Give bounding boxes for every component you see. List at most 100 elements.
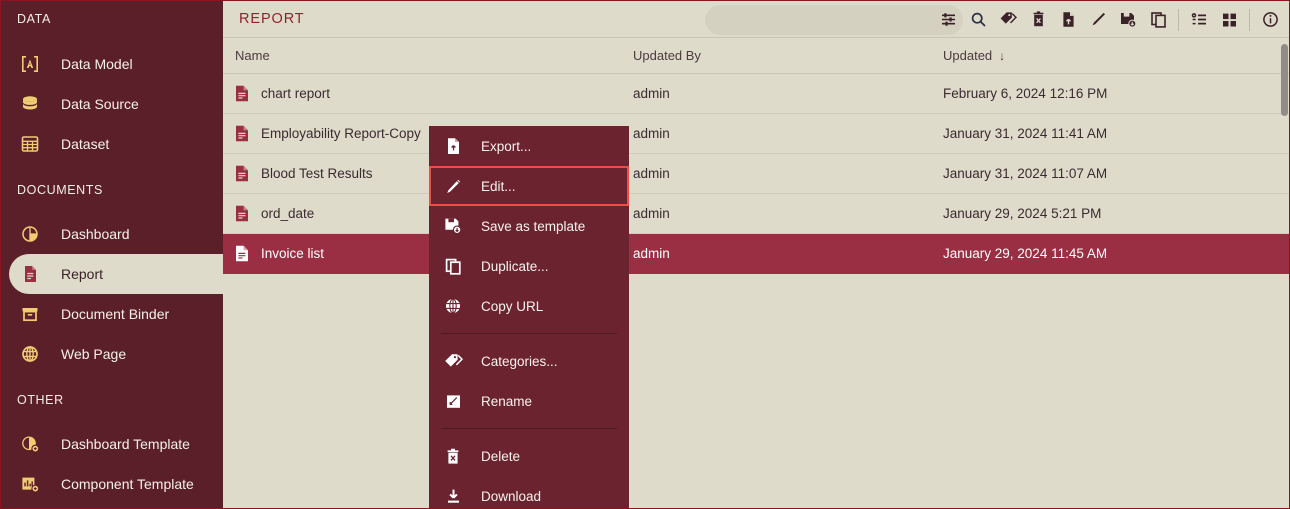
menu-item-label: Edit... <box>481 178 516 194</box>
application-window: DATA Data Model Data Source Dataset DOCU… <box>0 0 1290 509</box>
row-name-label: chart report <box>261 86 331 101</box>
info-icon[interactable] <box>1255 5 1285 35</box>
tag-icon[interactable] <box>993 5 1023 35</box>
rename-icon <box>441 391 465 411</box>
grid-view-icon[interactable] <box>1214 5 1244 35</box>
context-menu: Export... Edit... Save as template Dupli… <box>429 126 629 508</box>
documents-table: Name Updated By Updated ↓ chart report ad… <box>223 38 1289 274</box>
row-name-label: Employability Report-Copy <box>261 126 421 141</box>
globe-icon <box>17 343 43 365</box>
menu-separator <box>441 428 617 429</box>
menu-separator <box>441 333 617 334</box>
menu-item-label: Copy URL <box>481 298 544 314</box>
sidebar-item-dashboard[interactable]: Dashboard <box>1 214 223 254</box>
menu-item-export[interactable]: Export... <box>429 126 629 166</box>
row-name-label: Blood Test Results <box>261 166 373 181</box>
sidebar-item-dataset[interactable]: Dataset <box>1 124 223 164</box>
sidebar-section-documents: DOCUMENTS <box>17 183 103 197</box>
database-icon <box>17 93 43 115</box>
menu-item-label: Categories... <box>481 353 558 369</box>
table-row-selected[interactable]: Invoice list admin January 29, 2024 11:4… <box>223 234 1289 274</box>
filter-settings-icon[interactable] <box>933 5 963 35</box>
column-header-updated-by[interactable]: Updated By <box>633 48 943 63</box>
menu-item-label: Download <box>481 488 542 504</box>
sidebar-item-label: Data Model <box>61 56 133 72</box>
column-header-updated-label: Updated <box>943 48 993 63</box>
toolbar-separator-2 <box>1249 8 1250 31</box>
column-header-name[interactable]: Name <box>223 48 633 63</box>
document-icon <box>235 165 249 182</box>
table-row[interactable]: Blood Test Results admin January 31, 202… <box>223 154 1289 194</box>
sidebar-item-report[interactable]: Report <box>9 254 223 294</box>
globe-icon <box>441 296 465 316</box>
menu-item-duplicate[interactable]: Duplicate... <box>429 246 629 286</box>
table-header-row: Name Updated By Updated ↓ <box>223 38 1289 74</box>
pencil-icon <box>441 176 465 196</box>
document-icon <box>17 263 43 285</box>
menu-item-rename[interactable]: Rename <box>429 381 629 421</box>
file-export-icon <box>441 136 465 156</box>
menu-item-copy-url[interactable]: Copy URL <box>429 286 629 326</box>
sidebar-item-document-binder[interactable]: Document Binder <box>1 294 223 334</box>
document-icon <box>235 125 249 142</box>
sidebar-item-label: Document Binder <box>61 306 170 322</box>
sidebar-section-other: OTHER <box>17 393 64 407</box>
sidebar-item-label: Data Source <box>61 96 139 112</box>
menu-item-download[interactable]: Download <box>429 476 629 508</box>
document-icon <box>235 85 249 102</box>
menu-item-label: Export... <box>481 138 532 154</box>
cell-updated: January 31, 2024 11:07 AM <box>943 166 1108 181</box>
pencil-icon[interactable] <box>1083 5 1113 35</box>
menu-item-label: Rename <box>481 393 533 409</box>
duplicate-icon[interactable] <box>1143 5 1173 35</box>
component-template-icon <box>17 473 43 495</box>
sidebar-item-data-model[interactable]: Data Model <box>1 44 223 84</box>
menu-item-delete[interactable]: Delete <box>429 436 629 476</box>
dashboard-template-icon <box>17 433 43 455</box>
sidebar-item-data-source[interactable]: Data Source <box>1 84 223 124</box>
trash-icon[interactable] <box>1023 5 1053 35</box>
search-icon[interactable] <box>963 5 993 35</box>
trash-icon <box>441 446 465 466</box>
save-template-icon <box>441 216 465 236</box>
document-icon <box>235 205 249 222</box>
table-row[interactable]: Employability Report-Copy admin January … <box>223 114 1289 154</box>
cell-updated-by: admin <box>633 166 670 181</box>
main-content: REPORT Name Updated By Updated ↓ chart r… <box>223 1 1289 508</box>
sidebar-item-web-page[interactable]: Web Page <box>1 334 223 374</box>
grid-table-icon <box>17 133 43 155</box>
menu-item-edit[interactable]: Edit... <box>429 166 629 206</box>
sidebar-item-label: Web Page <box>61 346 127 362</box>
menu-item-categories[interactable]: Categories... <box>429 341 629 381</box>
list-view-icon[interactable] <box>1184 5 1214 35</box>
row-name-label: Invoice list <box>261 246 325 261</box>
menu-item-label: Duplicate... <box>481 258 549 274</box>
duplicate-icon <box>441 256 465 276</box>
cell-updated-by: admin <box>633 126 670 141</box>
cell-updated: February 6, 2024 12:16 PM <box>943 86 1108 101</box>
page-title: REPORT <box>239 11 305 27</box>
cell-updated-by: admin <box>633 246 670 261</box>
vertical-scrollbar-thumb[interactable] <box>1281 44 1288 116</box>
binder-icon <box>17 303 43 325</box>
toolbar <box>933 1 1285 38</box>
sidebar-item-dashboard-template[interactable]: Dashboard Template <box>1 424 223 464</box>
data-model-icon <box>17 53 43 75</box>
cell-updated-by: admin <box>633 86 670 101</box>
menu-item-save-as-template[interactable]: Save as template <box>429 206 629 246</box>
sort-descending-icon: ↓ <box>999 49 1006 63</box>
cell-updated: January 31, 2024 11:41 AM <box>943 126 1108 141</box>
save-template-icon[interactable] <box>1113 5 1143 35</box>
search-input[interactable] <box>705 5 963 35</box>
pie-chart-icon <box>17 223 43 245</box>
tag-icon <box>441 351 465 371</box>
sidebar-section-data: DATA <box>17 12 51 26</box>
sidebar-item-component-template[interactable]: Component Template <box>1 464 223 504</box>
column-header-updated[interactable]: Updated ↓ <box>943 48 1289 63</box>
menu-item-label: Delete <box>481 448 521 464</box>
table-row[interactable]: ord_date admin January 29, 2024 5:21 PM <box>223 194 1289 234</box>
toolbar-separator-1 <box>1178 8 1179 31</box>
cell-updated-by: admin <box>633 206 670 221</box>
file-export-icon[interactable] <box>1053 5 1083 35</box>
table-row[interactable]: chart report admin February 6, 2024 12:1… <box>223 74 1289 114</box>
